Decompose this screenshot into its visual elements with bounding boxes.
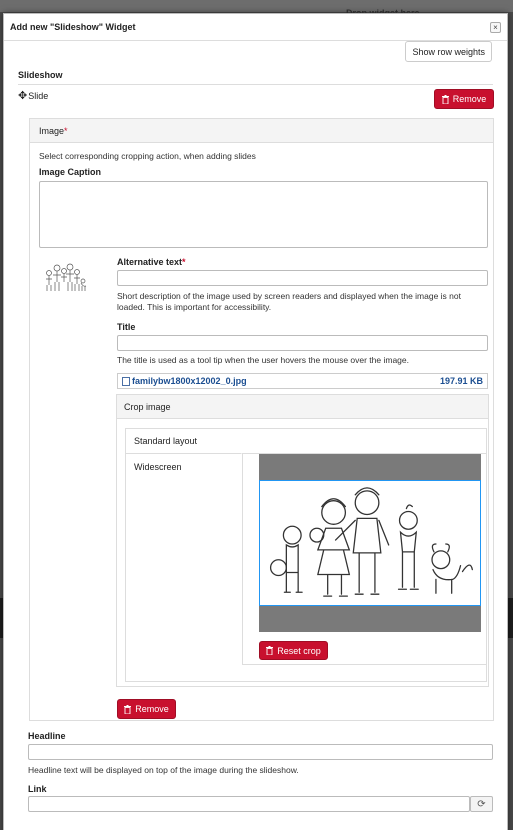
title-help: The title is used as a tool tip when the…	[117, 355, 409, 365]
crop-container: Standard layout Widescreen Reset crop	[125, 428, 487, 682]
headline-help: Headline text will be displayed on top o…	[28, 765, 299, 775]
remove-slide-button[interactable]: Remove	[434, 89, 494, 109]
required-marker: *	[182, 257, 186, 267]
crop-image-area[interactable]	[259, 454, 481, 632]
dialog-header: Add new "Slideshow" Widget ×	[4, 14, 507, 41]
link-label: Link	[28, 784, 47, 794]
move-icon[interactable]: ✥	[18, 90, 27, 101]
background-toolbar	[0, 0, 513, 12]
image-thumbnail	[46, 263, 87, 291]
alt-text-label: Alternative text*	[117, 257, 186, 267]
crop-header: Crop image	[117, 395, 488, 419]
divider	[18, 84, 493, 85]
headline-label: Headline	[28, 731, 66, 741]
alt-text-input[interactable]	[117, 270, 488, 286]
remove-image-label: Remove	[135, 704, 169, 714]
widget-dialog: Add new "Slideshow" Widget × Show row we…	[3, 13, 508, 830]
cropping-help: Select corresponding cropping action, wh…	[39, 151, 256, 161]
link-input[interactable]	[28, 796, 470, 812]
file-row[interactable]: familybw1800x12002_0.jpg 197.91 KB	[117, 373, 488, 389]
tab-widescreen[interactable]: Widescreen	[126, 454, 242, 479]
trash-icon	[266, 646, 274, 655]
image-panel-header: Image *	[30, 119, 493, 143]
slide-label: Slide	[28, 91, 49, 101]
reset-crop-button[interactable]: Reset crop	[259, 641, 328, 660]
section-title: Slideshow	[18, 70, 63, 80]
title-label: Title	[117, 322, 136, 332]
trash-icon	[441, 94, 449, 104]
title-input[interactable]	[117, 335, 488, 351]
refresh-icon[interactable]: ⟳	[470, 796, 493, 812]
image-file-icon	[122, 376, 130, 386]
caption-label: Image Caption	[39, 167, 102, 177]
trash-icon	[124, 704, 132, 714]
tab-standard-layout[interactable]: Standard layout	[126, 429, 242, 454]
crop-pane: Reset crop	[242, 453, 486, 665]
image-header-label: Image	[39, 125, 65, 136]
dialog-title: Add new "Slideshow" Widget	[10, 22, 136, 32]
close-icon[interactable]: ×	[490, 21, 501, 33]
crop-image-panel: Crop image Standard layout Widescreen Re…	[116, 394, 489, 687]
alt-text-label-text: Alternative text	[117, 257, 183, 267]
slide-panel: Image * Select corresponding cropping act…	[29, 118, 494, 721]
caption-textarea[interactable]	[39, 181, 488, 248]
file-size: 197.91 KB	[439, 376, 483, 386]
required-marker: *	[64, 125, 68, 136]
remove-image-button[interactable]: Remove	[117, 699, 176, 719]
slide-drag-handle[interactable]: ✥ Slide	[18, 90, 49, 101]
reset-crop-label: Reset crop	[277, 645, 321, 656]
headline-input[interactable]	[28, 744, 493, 760]
remove-label: Remove	[452, 94, 487, 104]
file-name-link[interactable]: familybw1800x12002_0.jpg	[132, 376, 440, 386]
show-row-weights-button[interactable]: Show row weights	[405, 41, 492, 62]
crop-frame[interactable]	[259, 480, 481, 606]
alt-text-help: Short description of the image used by s…	[117, 291, 461, 312]
